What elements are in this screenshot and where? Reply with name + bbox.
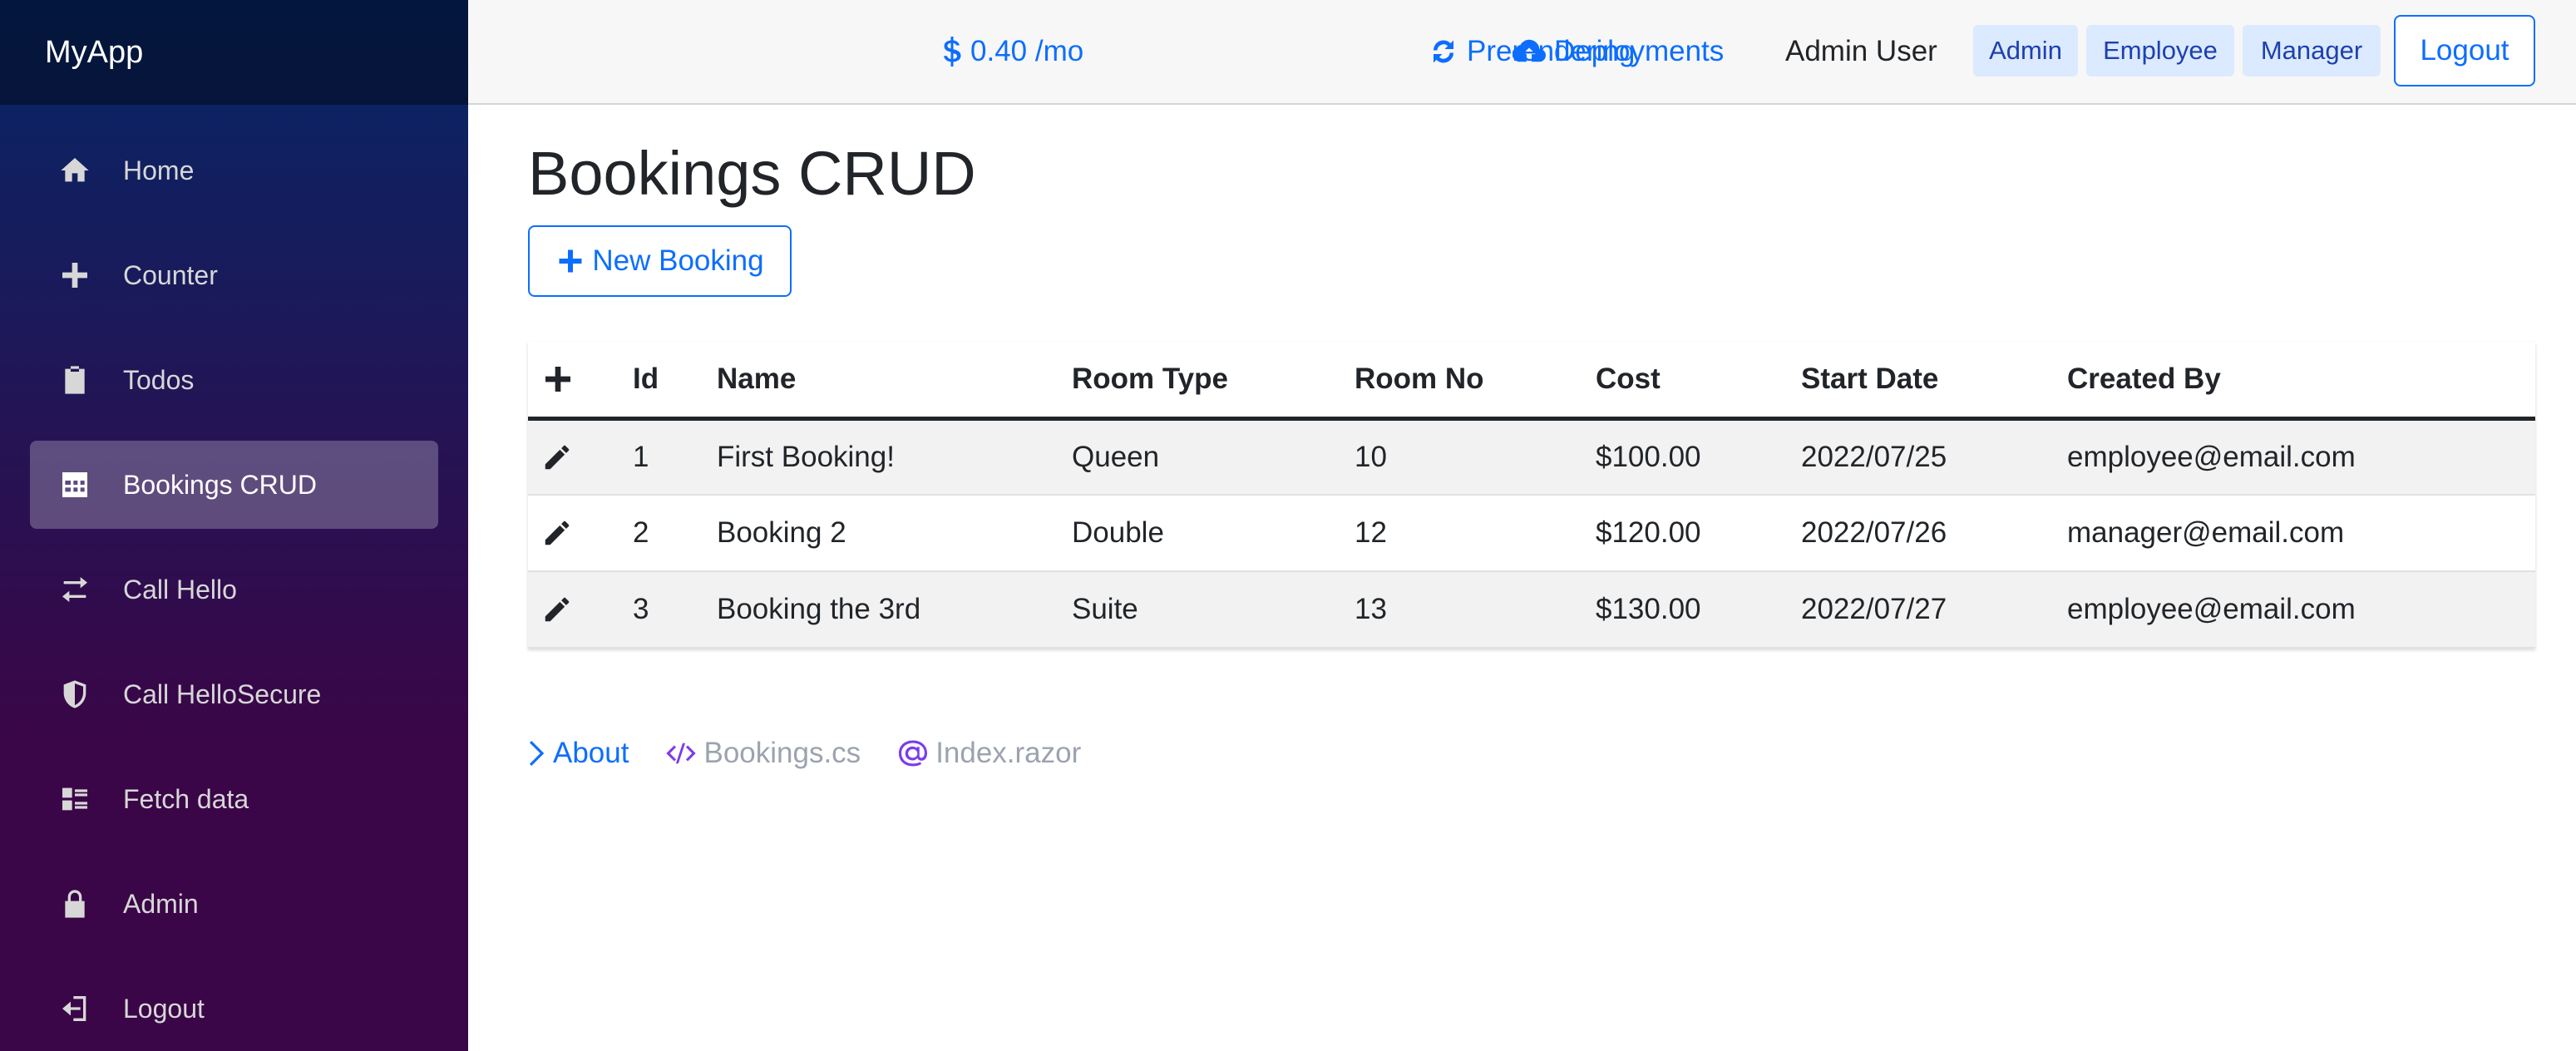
cell-cost: $120.00 [1596, 495, 1801, 572]
cloud-upload-icon [1513, 39, 1546, 62]
edit-cell[interactable] [528, 495, 633, 572]
plus-icon[interactable] [541, 363, 575, 396]
top-bar: 0.40 /mo Prerendering Deployments Admin … [468, 0, 2576, 105]
cell-cost: $130.00 [1596, 571, 1801, 649]
cell-created-by: employee@email.com [2067, 571, 2535, 649]
pencil-icon[interactable] [541, 442, 573, 473]
shield-icon [58, 678, 91, 711]
sidebar-item-label: Home [123, 155, 195, 185]
sidebar-item-label: Admin [123, 888, 199, 919]
logout-icon [58, 992, 91, 1025]
plus-icon [58, 259, 91, 292]
edit-cell[interactable] [528, 418, 633, 496]
column-header-start-date[interactable]: Start Date [1801, 342, 2067, 421]
sidebar-item-call-hellosecure[interactable]: Call HelloSecure [30, 650, 438, 738]
column-header-name[interactable]: Name [717, 342, 1072, 421]
cell-start-date: 2022/07/26 [1801, 495, 2067, 572]
edit-cell[interactable] [528, 571, 633, 649]
blazor-icon [899, 740, 928, 767]
cell-id: 1 [633, 418, 717, 496]
brand-title[interactable]: MyApp [0, 0, 468, 105]
home-icon [58, 154, 91, 187]
cell-room-no: 10 [1355, 418, 1596, 496]
cell-start-date: 2022/07/27 [1801, 571, 2067, 649]
role-badge-admin: Admin [1973, 25, 2078, 76]
table-row[interactable]: 3 Booking the 3rd Suite 13 $130.00 2022/… [528, 571, 2535, 649]
table-header-row: Id Name Room Type Room No Cost Start Dat… [528, 342, 2535, 421]
cell-start-date: 2022/07/25 [1801, 418, 2067, 496]
add-row-cell[interactable] [528, 342, 633, 421]
logout-button[interactable]: Logout [2394, 15, 2535, 86]
sidebar: MyApp Home Counter Todos Bookings CRUD C… [0, 0, 468, 1051]
sidebar-item-bookings-crud[interactable]: Bookings CRUD [30, 441, 438, 529]
pencil-icon[interactable] [541, 517, 573, 549]
footer-links: About Bookings.cs Index.razor [528, 737, 1118, 770]
cell-room-no: 12 [1355, 495, 1596, 572]
table-row[interactable]: 2 Booking 2 Double 12 $120.00 2022/07/26… [528, 495, 2535, 572]
price-label: 0.40 /mo [970, 35, 1084, 67]
source-link[interactable]: Bookings.cs [665, 737, 861, 770]
razor-link[interactable]: Index.razor [897, 737, 1081, 770]
cell-id: 2 [633, 495, 717, 572]
table-row[interactable]: 1 First Booking! Queen 10 $100.00 2022/0… [528, 418, 2535, 496]
about-label: About [553, 737, 629, 769]
price-link[interactable]: 0.40 /mo [942, 0, 1083, 103]
cell-room-type: Suite [1072, 571, 1355, 649]
lock-icon [58, 887, 91, 920]
sidebar-item-logout[interactable]: Logout [30, 965, 438, 1051]
sidebar-item-label: Bookings CRUD [123, 469, 317, 500]
razor-label: Index.razor [935, 737, 1082, 769]
sidebar-item-label: Call HelloSecure [123, 678, 322, 709]
code-icon [666, 743, 697, 764]
user-name: Admin User [1785, 35, 1937, 67]
clipboard-icon [58, 363, 91, 397]
cell-created-by: manager@email.com [2067, 495, 2535, 572]
column-header-room-no[interactable]: Room No [1355, 342, 1596, 421]
sidebar-item-label: Fetch data [123, 783, 249, 814]
role-badge-employee: Employee [2086, 25, 2234, 76]
main-content: Bookings CRUD New Booking Id Name Room T… [468, 105, 2576, 1051]
cell-name: Booking 2 [717, 495, 1072, 572]
sidebar-item-fetch-data[interactable]: Fetch data [30, 755, 438, 843]
column-header-room-type[interactable]: Room Type [1072, 342, 1355, 421]
sidebar-item-admin[interactable]: Admin [30, 860, 438, 948]
cell-cost: $100.00 [1596, 418, 1801, 496]
column-header-id[interactable]: Id [633, 342, 717, 421]
cell-name: Booking the 3rd [717, 571, 1072, 649]
sidebar-item-home[interactable]: Home [30, 126, 438, 215]
about-link[interactable]: About [528, 737, 629, 770]
sidebar-item-todos[interactable]: Todos [30, 336, 438, 424]
table-icon [58, 468, 91, 501]
column-header-created-by[interactable]: Created By [2067, 342, 2535, 421]
chevron-right-icon [530, 741, 545, 766]
cell-created-by: employee@email.com [2067, 418, 2535, 496]
cell-room-type: Queen [1072, 418, 1355, 496]
cell-id: 3 [633, 571, 717, 649]
cell-room-type: Double [1072, 495, 1355, 572]
cell-name: First Booking! [717, 418, 1072, 496]
role-badge-manager: Manager [2243, 25, 2381, 76]
sidebar-item-label: Counter [123, 259, 218, 290]
list-icon [58, 782, 91, 816]
column-header-cost[interactable]: Cost [1596, 342, 1801, 421]
sidebar-item-label: Call Hello [123, 574, 237, 604]
sidebar-item-counter[interactable]: Counter [30, 231, 438, 319]
plus-icon [559, 249, 582, 273]
deployments-link-inner[interactable]: Deployments [1513, 0, 1724, 103]
swap-icon [58, 573, 91, 606]
pencil-icon[interactable] [541, 594, 573, 625]
new-booking-button[interactable]: New Booking [528, 225, 792, 297]
refresh-icon [1434, 40, 1453, 63]
sidebar-nav: Home Counter Todos Bookings CRUD Call He… [0, 126, 468, 1051]
bookings-table: Id Name Room Type Room No Cost Start Dat… [528, 342, 2535, 649]
new-booking-label: New Booking [592, 244, 764, 277]
sidebar-item-call-hello[interactable]: Call Hello [30, 545, 438, 634]
sidebar-item-label: Todos [123, 364, 195, 395]
deployments-label: Deployments [1554, 35, 1725, 67]
sidebar-item-label: Logout [123, 993, 205, 1024]
dollar-icon [944, 37, 961, 67]
source-label: Bookings.cs [703, 737, 861, 769]
page-title: Bookings CRUD [528, 139, 976, 208]
cell-room-no: 13 [1355, 571, 1596, 649]
